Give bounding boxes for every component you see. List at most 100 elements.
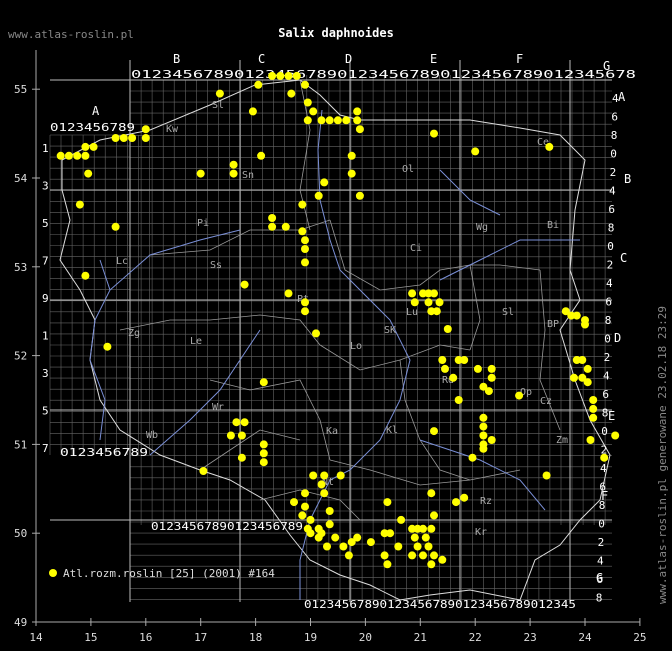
occurrence-point: [473, 364, 482, 373]
occurrence-point: [479, 413, 488, 422]
map-title: Salix daphnoides: [278, 26, 394, 40]
region-label: Lo: [350, 341, 362, 352]
occurrence-point: [284, 289, 293, 298]
occurrence-point: [226, 431, 235, 440]
occurrence-point: [353, 116, 362, 125]
occurrence-point: [355, 125, 364, 134]
occurrence-point: [331, 533, 340, 542]
row-digit-right: 6: [611, 111, 618, 124]
region-label: BP: [547, 319, 559, 330]
square-letter-top: A: [92, 104, 100, 118]
occurrence-point: [430, 551, 438, 560]
square-letter-top: C: [258, 52, 265, 66]
occurrence-point: [427, 524, 436, 533]
occurrence-point: [229, 160, 238, 169]
occurrence-point: [111, 134, 120, 142]
occurrence-point: [487, 436, 496, 444]
occurrence-point: [342, 116, 351, 125]
x-tick-label: 14: [29, 631, 43, 644]
occurrence-point: [320, 178, 329, 187]
region-label: Lu: [406, 307, 418, 318]
occurrence-point: [383, 498, 392, 507]
region-label: Sl: [212, 100, 224, 111]
y-tick-label: 50: [14, 527, 27, 540]
occurrence-point: [268, 222, 277, 231]
occurrence-point: [471, 147, 480, 156]
occurrence-point: [325, 116, 334, 125]
occurrence-point: [75, 200, 84, 209]
occurrence-point: [290, 498, 298, 507]
row-digit-left: 3: [42, 180, 49, 193]
occurrence-point: [56, 151, 65, 160]
occurrence-point: [397, 515, 406, 524]
occurrence-point: [449, 373, 458, 382]
occurrence-point: [430, 427, 438, 436]
region-label: Kw: [166, 124, 179, 135]
region-label: Kr: [475, 527, 487, 538]
occurrence-point: [81, 151, 90, 160]
occurrence-point: [589, 413, 598, 422]
occurrence-point: [301, 307, 309, 316]
occurrence-point: [215, 89, 224, 98]
occurrence-point: [306, 529, 315, 538]
occurrence-point: [199, 467, 208, 475]
square-letter-top: E: [430, 52, 437, 66]
row-digit-right: 2: [604, 351, 611, 364]
occurrence-point: [589, 404, 598, 413]
x-tick-label: 23: [523, 631, 536, 644]
occurrence-point: [344, 551, 353, 560]
occurrence-point: [460, 493, 469, 502]
occurrence-point: [259, 458, 268, 467]
row-digit-right: 6: [596, 573, 603, 586]
occurrence-point: [484, 387, 493, 396]
occurrence-point: [430, 129, 438, 138]
region-label: Lc: [116, 256, 128, 267]
occurrence-point: [353, 107, 362, 116]
occurrence-point: [413, 542, 422, 551]
occurrence-point: [306, 515, 315, 524]
occurrence-point: [314, 191, 323, 200]
col-digits-bl: 01234567890123456789: [151, 520, 303, 533]
region-label: Ol: [402, 164, 414, 175]
occurrence-point: [545, 142, 554, 151]
occurrence-point: [452, 498, 460, 507]
row-digit-right: 4: [609, 185, 616, 198]
region-label: SK: [384, 325, 396, 336]
region-label: Rz: [480, 496, 492, 507]
occurrence-point: [89, 142, 98, 151]
occurrence-point: [583, 378, 592, 387]
occurrence-point: [419, 551, 427, 560]
occurrence-point: [317, 529, 326, 538]
occurrence-point: [64, 151, 73, 160]
row-digit-right: 6: [602, 388, 609, 401]
occurrence-point: [301, 489, 309, 498]
background: [0, 0, 672, 651]
region-label: Zg: [128, 328, 140, 339]
occurrence-point: [317, 116, 326, 125]
x-tick-label: 19: [304, 631, 317, 644]
occurrence-point: [570, 373, 578, 382]
square-letter-top: B: [173, 52, 180, 66]
region-label: Le: [190, 336, 202, 347]
y-tick-label: 53: [14, 261, 27, 274]
row-digit-left: 1: [42, 330, 49, 343]
square-letter-right: D: [614, 331, 621, 345]
row-digit-left: 5: [42, 405, 49, 418]
occurrence-point: [441, 364, 449, 373]
occurrence-point: [325, 507, 334, 515]
occurrence-point: [312, 329, 320, 338]
occurrence-point: [240, 418, 249, 427]
row-digit-right: 6: [599, 481, 606, 494]
row-digit-left: 1: [42, 142, 49, 155]
occurrence-point: [408, 289, 417, 298]
region-label: Wr: [212, 402, 224, 413]
occurrence-point: [438, 555, 447, 564]
occurrence-point: [281, 222, 290, 231]
occurrence-point: [583, 364, 592, 373]
occurrence-point: [268, 71, 277, 80]
occurrence-point: [317, 480, 326, 489]
col-digits-top: 0123456789012345678901234567890123456789…: [131, 68, 636, 81]
occurrence-point: [232, 418, 241, 427]
occurrence-point: [542, 471, 551, 480]
occurrence-point: [336, 471, 345, 480]
